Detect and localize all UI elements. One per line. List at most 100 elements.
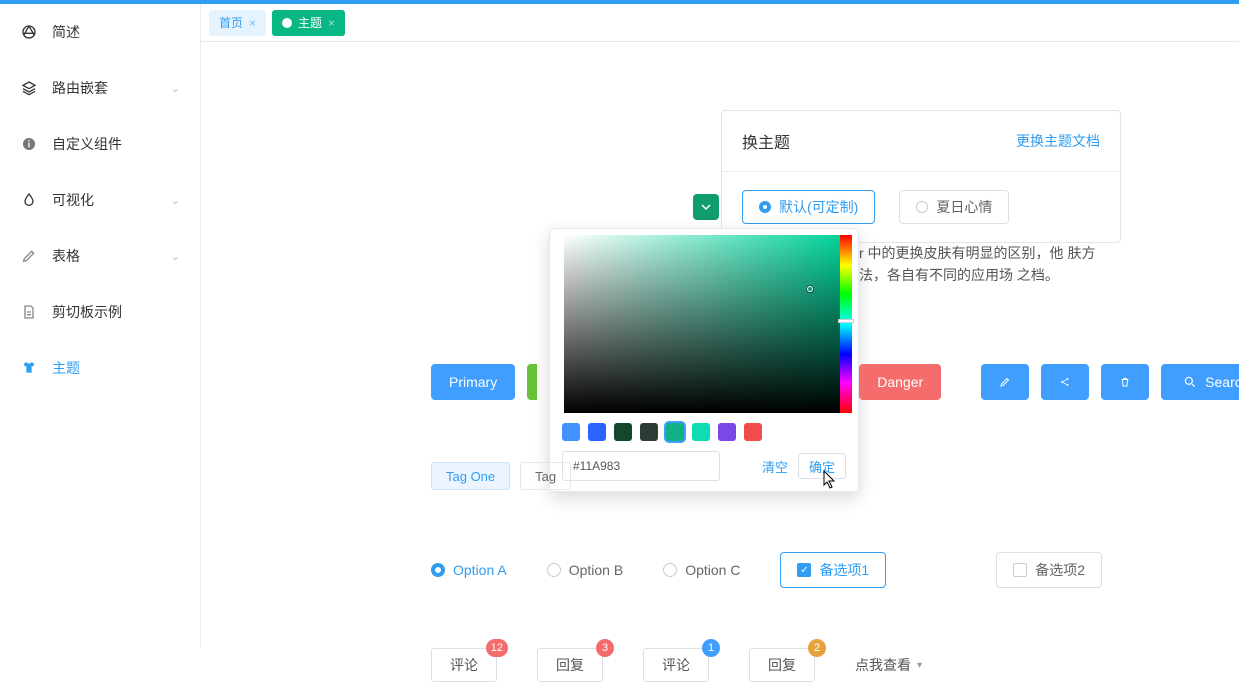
layers-icon	[20, 79, 38, 97]
sidebar-label: 表格	[52, 246, 80, 266]
tag-two-partial[interactable]: Tag	[520, 462, 571, 490]
checkbox-label: 备选项2	[1035, 560, 1085, 580]
swatch[interactable]	[640, 423, 658, 441]
swatch[interactable]	[744, 423, 762, 441]
swatch[interactable]	[666, 423, 684, 441]
sidebar-item-tables[interactable]: 表格 ⌄	[0, 228, 200, 284]
radio-icon	[916, 201, 928, 213]
close-icon[interactable]: ×	[249, 16, 256, 30]
sidebar-label: 可视化	[52, 190, 94, 210]
aperture-icon	[20, 23, 38, 41]
dot-icon	[282, 18, 292, 28]
sidebar-item-components[interactable]: 自定义组件	[0, 116, 200, 172]
sidebar-item-routing[interactable]: 路由嵌套 ⌄	[0, 60, 200, 116]
hex-input[interactable]	[562, 451, 720, 481]
option-label: 夏日心情	[936, 197, 992, 217]
radio-option-b[interactable]: Option B	[547, 562, 623, 578]
option-label: 默认(可定制)	[779, 197, 858, 217]
chevron-down-icon: ▾	[917, 660, 922, 671]
shirt-icon	[20, 359, 38, 377]
share-icon-button[interactable]	[1041, 364, 1089, 400]
radio-label: Option B	[569, 562, 623, 578]
button-label: Search	[1205, 374, 1239, 390]
check-icon: ✓	[797, 563, 811, 577]
option-row: Option A Option B Option C ✓ 备选项1 备选项2	[431, 552, 1102, 588]
swatch[interactable]	[718, 423, 736, 441]
trash-icon	[1119, 375, 1131, 389]
radio-icon	[759, 201, 771, 213]
tab-label: 首页	[219, 14, 243, 31]
badge-label: 回复	[768, 655, 796, 675]
sidebar-item-overview[interactable]: 简述	[0, 4, 200, 60]
radio-label: Option C	[685, 562, 740, 578]
badge-button-comments-1[interactable]: 评论12	[431, 648, 497, 682]
doc-link[interactable]: 更换主题文档	[1016, 131, 1100, 151]
badge-label: 评论	[662, 655, 690, 675]
swatch[interactable]	[614, 423, 632, 441]
dropdown-link[interactable]: 点我查看 ▾	[855, 655, 922, 675]
checkbox-option-2[interactable]: 备选项2	[996, 552, 1102, 588]
tag-one[interactable]: Tag One	[431, 462, 510, 490]
chevron-down-icon	[701, 202, 711, 212]
success-button-partial[interactable]	[527, 364, 537, 400]
sidebar-item-clipboard[interactable]: 剪切板示例	[0, 284, 200, 340]
radio-option-a[interactable]: Option A	[431, 562, 507, 578]
badge-count: 12	[486, 639, 508, 657]
sv-cursor[interactable]	[807, 286, 813, 292]
radio-label: Option A	[453, 562, 507, 578]
edit-icon-button[interactable]	[981, 364, 1029, 400]
pencil-icon	[999, 375, 1011, 389]
confirm-button[interactable]: 确定	[798, 453, 846, 479]
radio-icon	[547, 563, 561, 577]
theme-card: 换主题 更换主题文档 默认(可定制) 夏日心情	[721, 110, 1121, 243]
primary-button[interactable]: Primary	[431, 364, 515, 400]
tab-theme[interactable]: 主题 ×	[272, 10, 345, 36]
chevron-down-icon: ⌄	[171, 194, 180, 207]
preset-swatches	[556, 413, 852, 447]
badge-count: 1	[702, 639, 720, 657]
radio-option-c[interactable]: Option C	[663, 562, 740, 578]
confirm-label: 确定	[809, 457, 835, 476]
danger-button[interactable]: Danger	[859, 364, 941, 400]
theme-option-summer[interactable]: 夏日心情	[899, 190, 1009, 224]
share-icon	[1059, 375, 1071, 389]
dropdown-label: 点我查看	[855, 655, 911, 675]
tab-label: 主题	[298, 14, 322, 31]
sidebar: 简述 路由嵌套 ⌄ 自定义组件 可视化 ⌄ 表格 ⌄ 剪切板示例 主题	[0, 4, 200, 648]
chevron-down-icon: ⌄	[171, 82, 180, 95]
check-icon	[1013, 563, 1027, 577]
swatch[interactable]	[588, 423, 606, 441]
color-picker-trigger[interactable]	[693, 194, 719, 220]
sidebar-item-theme[interactable]: 主题	[0, 340, 200, 396]
edit-icon	[20, 247, 38, 265]
tag-row: Tag One Tag	[431, 462, 571, 490]
sidebar-label: 自定义组件	[52, 134, 122, 154]
checkbox-option-1[interactable]: ✓ 备选项1	[780, 552, 886, 588]
chevron-down-icon: ⌄	[171, 250, 180, 263]
hue-thumb[interactable]	[838, 319, 854, 323]
badge-button-replies-2[interactable]: 回复2	[749, 648, 815, 682]
theme-option-default[interactable]: 默认(可定制)	[742, 190, 875, 224]
clear-button[interactable]: 清空	[762, 457, 788, 476]
search-button[interactable]: Search	[1161, 364, 1239, 400]
badge-row: 评论12 回复3 评论1 回复2 点我查看 ▾	[431, 648, 922, 682]
sidebar-item-visualize[interactable]: 可视化 ⌄	[0, 172, 200, 228]
badge-label: 评论	[450, 655, 478, 675]
swatch[interactable]	[562, 423, 580, 441]
description-text: r 中的更换皮肤有明显的区别，他 肤方法，各自有不同的应用场 之档。	[859, 242, 1099, 287]
badge-button-comments-2[interactable]: 评论1	[643, 648, 709, 682]
content-area: 首页 × 主题 × 换主题 更换主题文档 默认(可定制) 夏日心情	[200, 4, 1239, 648]
sidebar-label: 简述	[52, 22, 80, 42]
close-icon[interactable]: ×	[328, 16, 335, 30]
checkbox-label: 备选项1	[819, 560, 869, 580]
swatch[interactable]	[692, 423, 710, 441]
radio-icon	[431, 563, 445, 577]
tab-home[interactable]: 首页 ×	[209, 10, 266, 36]
button-row: Primary Danger Search Upload	[431, 364, 1239, 400]
search-icon	[1183, 375, 1197, 389]
sidebar-label: 剪切板示例	[52, 302, 122, 322]
badge-button-replies-1[interactable]: 回复3	[537, 648, 603, 682]
badge-count: 2	[808, 639, 826, 657]
file-icon	[20, 303, 38, 321]
delete-icon-button[interactable]	[1101, 364, 1149, 400]
